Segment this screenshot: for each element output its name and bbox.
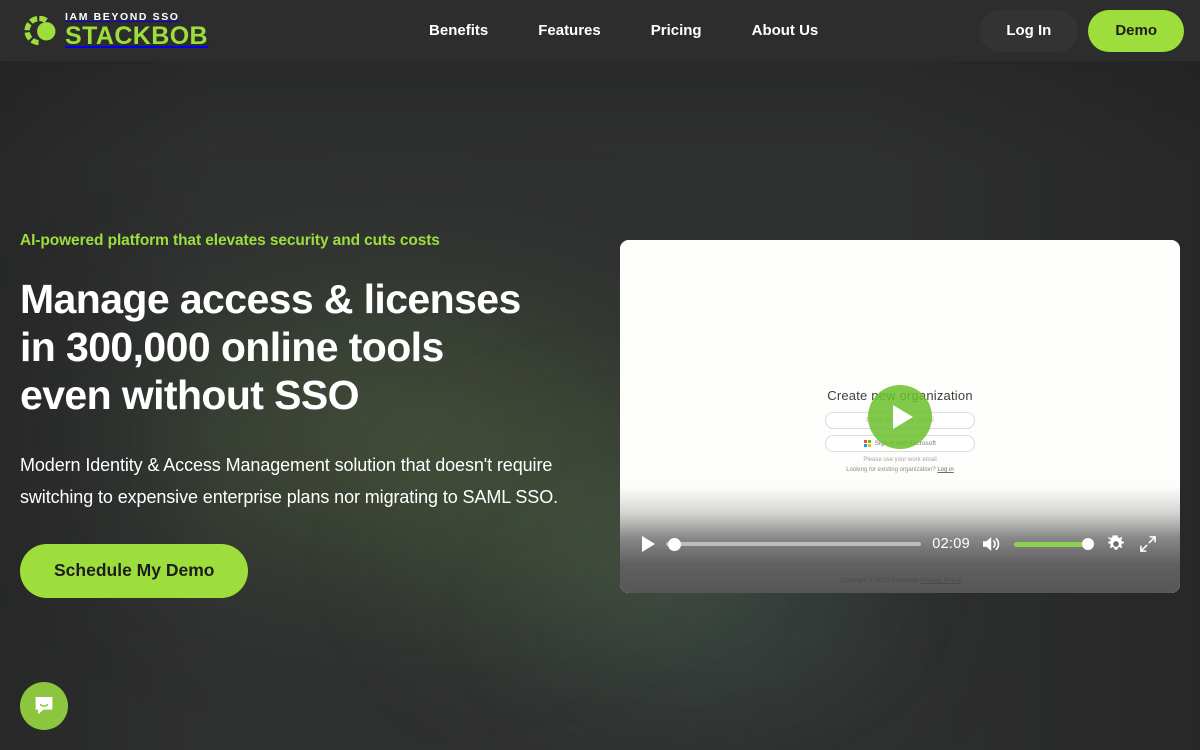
progress-thumb[interactable]: [668, 537, 681, 551]
demo-button[interactable]: Demo: [1088, 9, 1184, 52]
header-actions: Log In Demo: [979, 9, 1184, 52]
poster-note: Please use your work email: [863, 457, 937, 463]
poster-footer-text: Looking for existing organization?: [846, 467, 936, 473]
hero-copy: AI-powered platform that elevates securi…: [20, 61, 610, 598]
hero-section: AI-powered platform that elevates securi…: [0, 61, 1200, 750]
nav-link-features[interactable]: Features: [538, 22, 601, 39]
expand-arrows-icon: [1140, 536, 1156, 552]
video-play-button[interactable]: [642, 536, 655, 552]
poster-footer-login-link: Log in: [937, 467, 954, 473]
primary-navigation: Benefits Features Pricing About Us: [268, 22, 979, 39]
speaker-volume-icon: [983, 537, 1000, 551]
play-icon: [642, 536, 655, 552]
video-mute-button[interactable]: [981, 534, 1003, 554]
sunburst-circle-icon: [24, 15, 56, 45]
hero-eyebrow: AI-powered platform that elevates securi…: [20, 232, 440, 249]
video-controls-bar: 02:09: [620, 529, 1180, 559]
progress-track: [666, 542, 922, 546]
nav-link-about-us[interactable]: About Us: [752, 22, 819, 39]
brand-logo-link[interactable]: IAM BEYOND SSO STACKBOB: [20, 12, 208, 49]
video-player[interactable]: Create new organization Enter your work …: [620, 240, 1180, 593]
login-button[interactable]: Log In: [979, 9, 1079, 52]
hero-headline-line-2: in 300,000 online tools: [20, 323, 444, 370]
site-header: IAM BEYOND SSO STACKBOB Benefits Feature…: [0, 0, 1200, 61]
nav-link-benefits[interactable]: Benefits: [429, 22, 488, 39]
video-progress-scrubber[interactable]: [666, 537, 922, 551]
video-time-display: 02:09: [932, 536, 970, 552]
volume-thumb[interactable]: [1082, 538, 1094, 550]
video-footer: Copyright © 2025 Stackbob Privacy Policy: [620, 577, 1180, 584]
brand-name: STACKBOB: [65, 21, 209, 50]
chat-widget-button[interactable]: [20, 682, 68, 730]
hero-headline-line-3: even without SSO: [20, 371, 360, 418]
chat-bubble-smile-icon: [35, 697, 53, 715]
video-copyright: Copyright © 2025 Stackbob: [839, 577, 919, 584]
video-privacy-policy-link: Privacy Policy: [920, 577, 961, 584]
video-settings-button[interactable]: [1105, 533, 1127, 555]
hero-subheadline: Modern Identity & Access Management solu…: [20, 454, 558, 507]
hero-headline-line-1: Manage access & licenses: [20, 275, 521, 322]
microsoft-logo-icon: [863, 440, 871, 447]
poster-footer: Looking for existing organization? Log i…: [846, 467, 953, 473]
video-volume-slider[interactable]: [1014, 537, 1094, 551]
video-play-overlay-button[interactable]: [868, 384, 932, 449]
schedule-demo-button[interactable]: Schedule My Demo: [20, 543, 249, 598]
hero-media: Create new organization Enter your work …: [610, 61, 1180, 593]
nav-link-pricing[interactable]: Pricing: [651, 22, 702, 39]
play-triangle-icon: [893, 404, 913, 429]
gear-icon: [1107, 535, 1124, 550]
video-fullscreen-button[interactable]: [1138, 534, 1158, 554]
hero-headline: Manage access & licenses in 300,000 onli…: [20, 275, 610, 419]
